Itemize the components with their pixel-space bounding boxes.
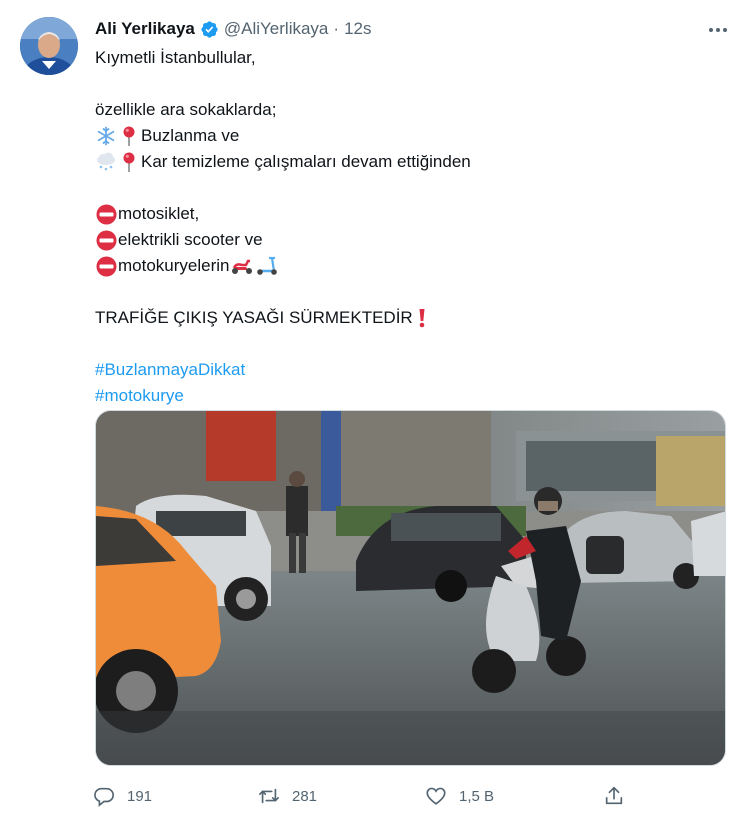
share-icon [605,786,623,805]
text-line: özellikle ara sokaklarda; [95,100,277,119]
like-button[interactable]: 1,5 B [425,782,494,810]
text-line: #BuzlanmayaDikkat [95,357,725,383]
tweet-text: Kıymetli İstanbullular, özellikle ara so… [95,45,725,409]
tweet[interactable]: Ali Yerlikaya @AliYerlikaya · 12s Kıymet… [0,0,752,817]
share-button[interactable] [603,782,637,810]
text-line: Kar temizleme çalışmaları devam ettiğind… [95,149,725,175]
more-options-icon[interactable] [706,18,730,42]
tweet-actions: 191 281 1,5 B [93,782,633,810]
kick-scooter-icon [255,255,279,277]
like-count: 1,5 B [459,787,495,805]
reply-count: 191 [127,787,153,805]
text-line: TRAFİĞE ÇIKIŞ YASAĞI SÜRMEKTEDİR [95,305,725,331]
red-pushpin-icon [118,125,140,147]
tweet-header: Ali Yerlikaya @AliYerlikaya · 12s [95,17,371,41]
tweet-photo[interactable] [95,410,726,766]
no-entry-icon [95,229,117,251]
hashtag-link[interactable]: #BuzlanmayaDikkat [95,357,245,383]
snow-cloud-icon [95,151,117,173]
no-entry-icon [95,203,117,225]
reply-icon [94,787,114,807]
avatar[interactable] [20,17,78,75]
tweet-timestamp[interactable]: 12s [344,19,371,39]
text-line: Kıymetli İstanbullular, [95,48,256,67]
retweet-button[interactable]: 281 [258,782,317,810]
text-line: #motokurye [95,383,725,409]
motor-scooter-icon [230,255,254,277]
text-line: Buzlanma ve [95,123,725,149]
no-entry-icon [95,255,117,277]
author-handle[interactable]: @AliYerlikaya [224,19,329,39]
hashtag-link[interactable]: #motokurye [95,383,184,409]
text-line: elektrikli scooter ve [95,227,725,253]
author-name[interactable]: Ali Yerlikaya [95,19,195,39]
red-exclamation-icon [415,307,429,329]
text-line: motokuryelerin [95,253,725,279]
retweet-icon [259,788,279,804]
reply-button[interactable]: 191 [93,782,152,810]
verified-badge-icon [200,20,219,39]
snowflake-icon [95,125,117,147]
retweet-count: 281 [292,787,318,805]
heart-icon [426,787,446,805]
separator-dot: · [333,19,340,38]
red-pushpin-icon [118,151,140,173]
text-line: motosiklet, [95,201,725,227]
